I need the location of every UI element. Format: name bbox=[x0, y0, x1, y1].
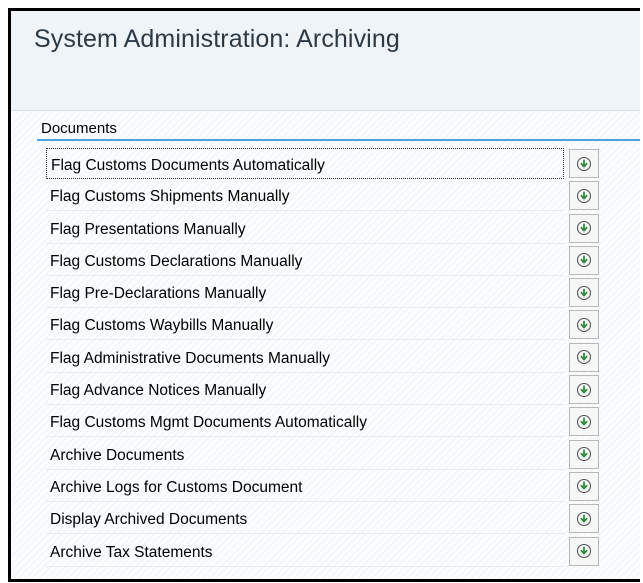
execute-button[interactable] bbox=[569, 181, 599, 211]
execute-icon bbox=[576, 382, 592, 398]
execute-button[interactable] bbox=[569, 504, 599, 534]
execute-icon bbox=[576, 252, 592, 268]
section-divider bbox=[37, 139, 640, 141]
execute-icon bbox=[576, 446, 592, 462]
execute-icon bbox=[576, 511, 592, 527]
execute-icon bbox=[576, 156, 592, 172]
main-content: Documents Flag Customs Documents Automat… bbox=[11, 111, 640, 579]
execute-icon bbox=[576, 478, 592, 494]
execute-icon bbox=[576, 349, 592, 365]
list-item: Display Archived Documents bbox=[46, 503, 609, 535]
list-item-label[interactable]: Flag Customs Mgmt Documents Automaticall… bbox=[46, 406, 564, 438]
document-list: Flag Customs Documents Automatically Flag… bbox=[46, 148, 609, 568]
execute-button[interactable] bbox=[569, 278, 599, 308]
list-item-label[interactable]: Flag Pre-Declarations Manually bbox=[46, 277, 564, 309]
execute-button[interactable] bbox=[569, 536, 599, 566]
execute-button[interactable] bbox=[569, 375, 599, 405]
section-title: Documents bbox=[41, 120, 117, 137]
list-item: Flag Advance Notices Manually bbox=[46, 374, 609, 406]
execute-button[interactable] bbox=[569, 213, 599, 243]
execute-icon bbox=[576, 188, 592, 204]
list-item-label[interactable]: Archive Documents bbox=[46, 439, 564, 470]
execute-button[interactable] bbox=[569, 245, 599, 275]
list-item-label[interactable]: Flag Administrative Documents Manually bbox=[46, 342, 564, 373]
list-item-label[interactable]: Flag Advance Notices Manually bbox=[46, 374, 564, 406]
execute-icon bbox=[576, 414, 592, 430]
list-item: Archive Tax Statements bbox=[46, 536, 609, 568]
list-item: Flag Pre-Declarations Manually bbox=[46, 277, 609, 309]
execute-button[interactable] bbox=[569, 407, 599, 437]
list-item: Flag Customs Declarations Manually bbox=[46, 245, 609, 277]
execute-icon bbox=[576, 317, 592, 333]
list-item-label[interactable]: Flag Customs Shipments Manually bbox=[46, 180, 564, 212]
list-item: Flag Customs Waybills Manually bbox=[46, 309, 609, 341]
list-item-label[interactable]: Flag Customs Waybills Manually bbox=[46, 309, 564, 341]
list-item-label[interactable]: Archive Tax Statements bbox=[46, 536, 564, 567]
execute-icon bbox=[576, 543, 592, 559]
execute-button[interactable] bbox=[569, 342, 599, 372]
execute-button[interactable] bbox=[569, 310, 599, 340]
execute-button[interactable] bbox=[569, 471, 599, 501]
app-window: System Administration: Archiving Documen… bbox=[8, 8, 640, 582]
list-item: Flag Customs Documents Automatically bbox=[46, 148, 609, 180]
list-item: Archive Logs for Customs Document bbox=[46, 471, 609, 503]
list-item: Flag Presentations Manually bbox=[46, 213, 609, 245]
list-item-label[interactable]: Flag Customs Documents Automatically bbox=[46, 148, 564, 179]
execute-icon bbox=[576, 285, 592, 301]
title-bar: System Administration: Archiving bbox=[11, 11, 640, 68]
list-item: Archive Documents bbox=[46, 439, 609, 471]
page-title: System Administration: Archiving bbox=[34, 25, 400, 53]
execute-icon bbox=[576, 220, 592, 236]
list-item-label[interactable]: Display Archived Documents bbox=[46, 503, 564, 535]
list-item-label[interactable]: Flag Customs Declarations Manually bbox=[46, 245, 564, 276]
list-item: Flag Customs Shipments Manually bbox=[46, 180, 609, 212]
execute-button[interactable] bbox=[569, 439, 599, 469]
execute-button[interactable] bbox=[569, 149, 599, 178]
list-item: Flag Administrative Documents Manually bbox=[46, 342, 609, 374]
toolbar bbox=[11, 68, 640, 111]
list-item-label[interactable]: Flag Presentations Manually bbox=[46, 213, 564, 244]
list-item: Flag Customs Mgmt Documents Automaticall… bbox=[46, 406, 609, 438]
list-item-label[interactable]: Archive Logs for Customs Document bbox=[46, 471, 564, 502]
